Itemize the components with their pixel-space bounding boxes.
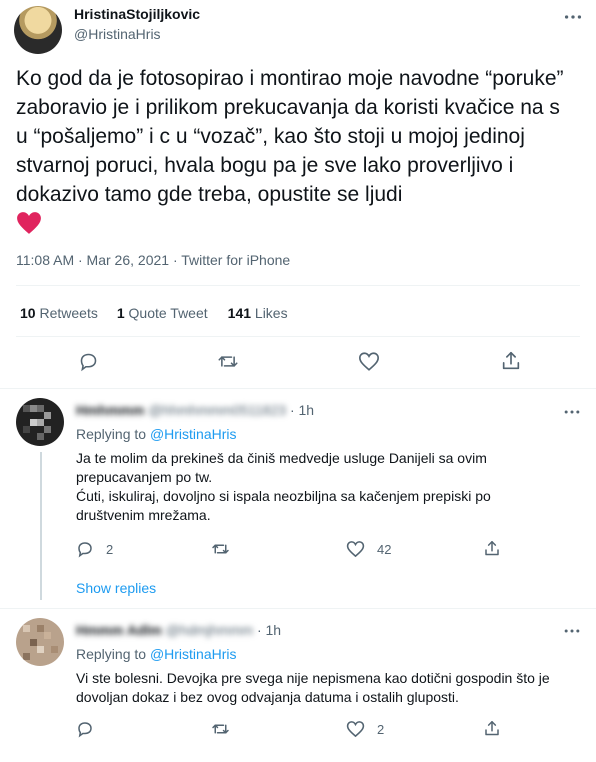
likes-label: Likes <box>254 305 288 321</box>
reply-time[interactable]: 1h <box>299 402 315 418</box>
reply-handle[interactable]: @hhmhmmm0511823 <box>148 402 286 418</box>
replying-to-link[interactable]: @HristinaHris <box>150 426 237 442</box>
reply-display-name[interactable]: Hmhmmm <box>76 402 144 418</box>
more-options-icon[interactable] <box>562 6 584 28</box>
replying-to: Replying to @HristinaHris <box>76 646 237 662</box>
reply-text: Vi ste bolesni. Devojka pre svega nije n… <box>76 669 584 707</box>
quotes-label: Quote Tweet <box>128 305 208 321</box>
reply-avatar[interactable] <box>16 398 64 446</box>
reply-more-options-icon[interactable] <box>562 402 582 422</box>
like-icon[interactable] <box>358 351 380 372</box>
heart-emoji-icon <box>16 211 576 243</box>
reply-retweet-icon[interactable] <box>211 720 230 738</box>
retweets-count: 10 <box>20 305 36 321</box>
reply-paragraph: Vi ste bolesni. Devojka pre svega nije n… <box>76 670 550 705</box>
tweet-meta[interactable]: 11:08 AM · Mar 26, 2021 · Twitter for iP… <box>16 252 290 268</box>
quotes-stat[interactable]: 1 Quote Tweet <box>117 305 208 321</box>
quotes-count: 1 <box>116 305 125 321</box>
retweet-icon[interactable] <box>217 351 239 372</box>
reply-retweet-icon[interactable] <box>211 540 230 558</box>
author-handle[interactable]: @HristinaHris <box>74 26 161 42</box>
reply-like-icon[interactable]: 2 <box>346 720 384 738</box>
tweet-text-content: Ko god da je fotosopirao i montirao moje… <box>16 67 564 206</box>
likes-count: 141 <box>227 305 252 321</box>
reply-like-icon[interactable]: 42 <box>346 540 391 558</box>
reply-header: Hmmm Adlm @hdmjhmmm · 1h <box>76 622 282 638</box>
retweets-stat[interactable]: 10 Retweets <box>20 305 98 321</box>
thread-line <box>40 452 42 600</box>
replying-to: Replying to @HristinaHris <box>76 426 237 442</box>
show-replies-link[interactable]: Show replies <box>76 580 156 596</box>
share-icon[interactable] <box>500 350 522 372</box>
replying-to-prefix: Replying to <box>76 426 147 442</box>
reply-avatar[interactable] <box>16 618 64 666</box>
reply-text: Ja te molim da prekineš da činiš medvedj… <box>76 449 546 525</box>
reply-more-options-icon[interactable] <box>562 621 582 641</box>
reply-share-icon[interactable] <box>483 539 501 558</box>
tweet-text: Ko god da je fotosopirao i montirao moje… <box>16 64 576 243</box>
replying-to-prefix: Replying to <box>76 646 147 662</box>
replying-to-link[interactable]: @HristinaHris <box>150 646 237 662</box>
reply-reply-icon[interactable]: 2 <box>76 540 113 558</box>
reply-paragraph: Ja te molim da prekineš da činiš medvedj… <box>76 450 487 485</box>
reply-icon[interactable] <box>78 351 99 372</box>
author-display-name[interactable]: HristinaStojiljkovic <box>74 6 200 22</box>
reply-display-name[interactable]: Hmmm Adlm <box>76 622 162 638</box>
reply-like-count: 2 <box>377 721 385 737</box>
reply-header: Hmhmmm @hhmhmmm0511823 · 1h <box>76 402 315 418</box>
reply-like-count: 42 <box>377 541 392 557</box>
reply-share-icon[interactable] <box>483 719 501 738</box>
reply-handle[interactable]: @hdmjhmmm <box>166 622 253 638</box>
reply-reply-count: 2 <box>106 541 114 557</box>
reply-paragraph: Ćuti, iskuliraj, dovoljno si ispala neoz… <box>76 488 491 523</box>
retweets-label: Retweets <box>39 305 98 321</box>
likes-stat[interactable]: 141 Likes <box>228 305 288 321</box>
reply-time[interactable]: 1h <box>266 622 282 638</box>
author-avatar[interactable] <box>14 6 62 54</box>
tweet-stats: 10 Retweets 1 Quote Tweet 141 Likes <box>20 305 288 321</box>
reply-reply-icon[interactable] <box>76 720 94 738</box>
